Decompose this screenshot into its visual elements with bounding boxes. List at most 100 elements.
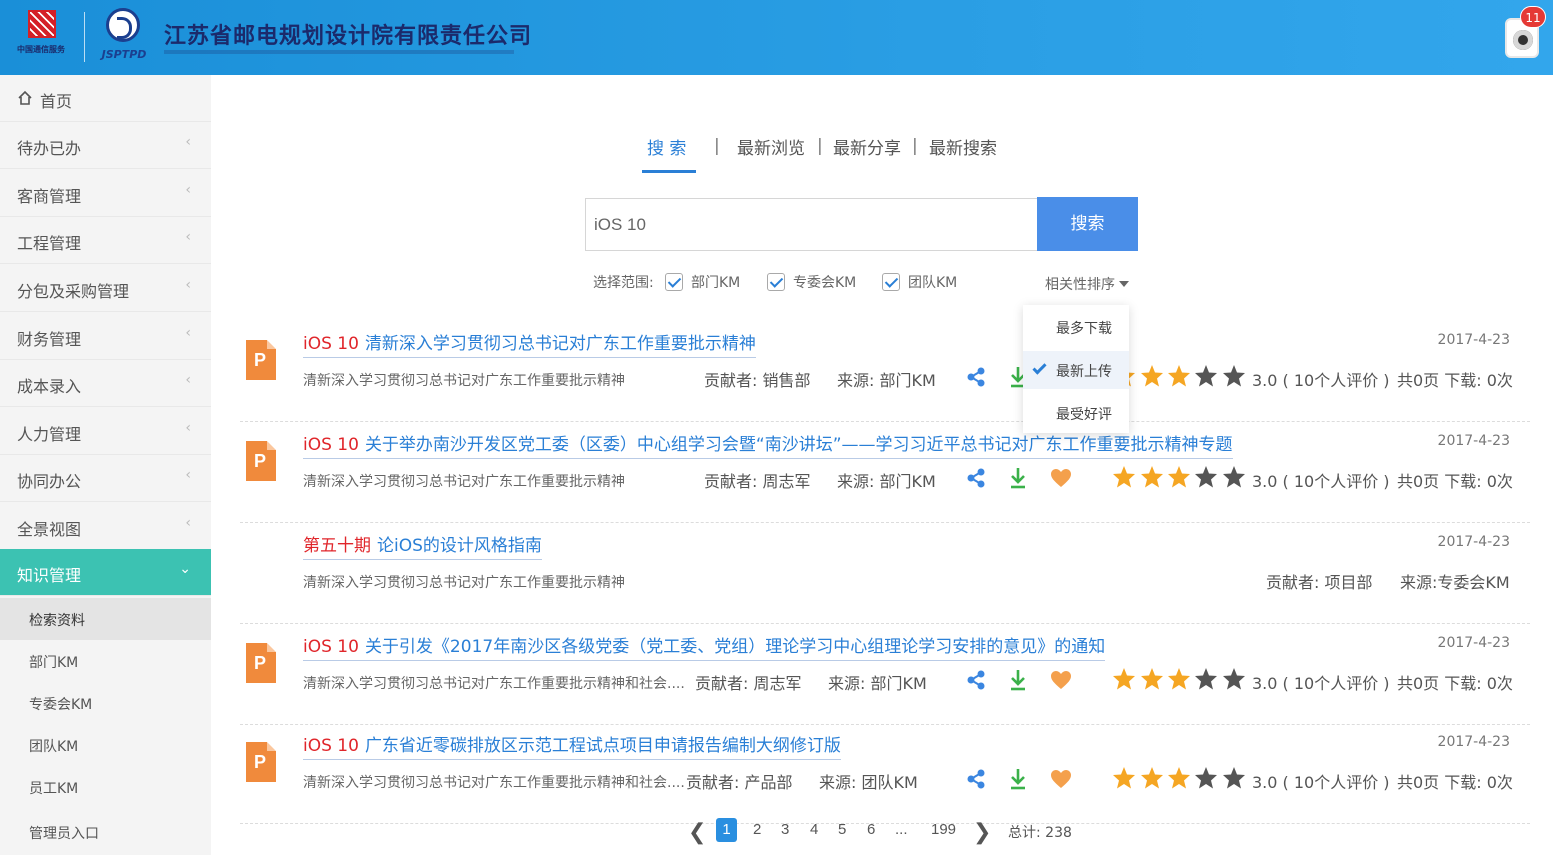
- result-title-link[interactable]: iOS 10 关于引发《2017年南沙区各级党委（党工委、党组）理论学习中心组理论…: [303, 632, 1106, 661]
- page-link[interactable]: 2: [753, 821, 761, 838]
- star-empty-icon[interactable]: [1222, 465, 1246, 489]
- rating-text: 3.0 ( 10个人评价 ): [1252, 371, 1390, 390]
- sidebar-item-panorama[interactable]: 全景视图 ‹: [0, 503, 211, 550]
- sidebar-item-todo[interactable]: 待办已办 ‹: [0, 122, 211, 169]
- star-filled-icon[interactable]: [1112, 766, 1136, 790]
- sidebar-item-label: 待办已办: [17, 139, 82, 158]
- sort-option-latest-upload[interactable]: 最新上传: [1023, 351, 1129, 389]
- notification-badge[interactable]: 11: [1520, 6, 1546, 28]
- star-filled-icon[interactable]: [1140, 766, 1164, 790]
- sidebar-subitem-team-km[interactable]: 团队KM: [0, 724, 211, 766]
- star-filled-icon[interactable]: [1167, 667, 1191, 691]
- sort-select[interactable]: 相关性排序: [1045, 274, 1115, 294]
- download-icon[interactable]: [1009, 668, 1027, 692]
- result-description: 清新深入学习贯彻习总书记对广东工作重要批示精神: [303, 575, 625, 591]
- heart-icon[interactable]: [1050, 468, 1072, 488]
- caret-down-icon[interactable]: [1119, 281, 1129, 287]
- jsptpd-logo-text: JSPTPD: [101, 48, 147, 61]
- share-icon[interactable]: [965, 467, 987, 489]
- sidebar-item-merchants[interactable]: 客商管理 ‹: [0, 170, 211, 217]
- sidebar-item-finance[interactable]: 财务管理 ‹: [0, 313, 211, 360]
- result-title-link[interactable]: iOS 10 广东省近零碳排放区示范工程试点项目申请报告编制大纲修订版: [303, 731, 841, 760]
- chevron-left-icon: ‹: [185, 134, 191, 150]
- result-item: P iOS 10 关于引发《2017年南沙区各级党委（党工委、党组）理论学习中心组…: [240, 625, 1530, 725]
- sidebar-item-label: 人力管理: [17, 425, 82, 444]
- sidebar-item-office[interactable]: 协同办公 ‹: [0, 455, 211, 502]
- star-filled-icon[interactable]: [1112, 465, 1136, 489]
- team-km-checkbox[interactable]: [882, 273, 900, 291]
- top-header: 中国通信服务 JSPTPD 江苏省邮电规划设计院有限责任公司 11: [0, 0, 1553, 75]
- page-link[interactable]: 6: [867, 821, 875, 838]
- sidebar-subitem-staff-km[interactable]: 员工KM: [0, 766, 211, 808]
- star-filled-icon[interactable]: [1140, 364, 1164, 388]
- download-icon[interactable]: [1009, 466, 1027, 490]
- star-filled-icon[interactable]: [1140, 667, 1164, 691]
- star-empty-icon[interactable]: [1194, 465, 1218, 489]
- chevron-right-icon[interactable]: ❯: [973, 820, 991, 845]
- result-title-link[interactable]: iOS 10 清新深入学习贯彻习总书记对广东工作重要批示精神: [303, 329, 756, 358]
- sidebar-subitem-label: 检索资料: [29, 613, 85, 629]
- page-link[interactable]: 3: [781, 821, 789, 838]
- committee-km-checkbox[interactable]: [767, 273, 785, 291]
- star-empty-icon[interactable]: [1194, 364, 1218, 388]
- sidebar-subitem-dept-km[interactable]: 部门KM: [0, 640, 211, 682]
- star-filled-icon[interactable]: [1167, 766, 1191, 790]
- tab-recent-shares[interactable]: 最新分享: [833, 134, 901, 159]
- heart-icon[interactable]: [1050, 769, 1072, 789]
- page-link[interactable]: 199: [931, 821, 956, 838]
- star-empty-icon[interactable]: [1222, 364, 1246, 388]
- logo-divider: [84, 12, 85, 62]
- sidebar-subitem-admin[interactable]: 管理员入口: [0, 811, 211, 853]
- page-link[interactable]: 5: [838, 821, 846, 838]
- chevron-left-icon: ‹: [185, 277, 191, 293]
- sidebar-subitem-search[interactable]: 检索资料: [0, 598, 211, 640]
- sidebar-item-projects[interactable]: 工程管理 ‹: [0, 217, 211, 264]
- tab-recent-searches[interactable]: 最新搜索: [929, 134, 997, 159]
- star-filled-icon[interactable]: [1167, 364, 1191, 388]
- chevron-left-icon[interactable]: ❮: [688, 820, 706, 845]
- chevron-left-icon: ‹: [185, 420, 191, 436]
- sidebar-item-procurement[interactable]: 分包及采购管理 ‹: [0, 265, 211, 312]
- sidebar-item-label: 客商管理: [17, 187, 82, 206]
- download-icon[interactable]: [1009, 767, 1027, 791]
- result-title-link[interactable]: 第五十期 论iOS的设计风格指南: [303, 531, 542, 560]
- chevron-left-icon: ‹: [185, 515, 191, 531]
- sidebar-item-hr[interactable]: 人力管理 ‹: [0, 408, 211, 455]
- result-keyword: 第五十期: [303, 536, 371, 556]
- rating-text: 3.0 ( 10个人评价 ): [1252, 674, 1390, 693]
- result-title: 清新深入学习贯彻习总书记对广东工作重要批示精神: [364, 334, 756, 354]
- tab-search[interactable]: 搜 索: [647, 134, 686, 159]
- sidebar-item-knowledge[interactable]: 知识管理 ⌄: [0, 549, 211, 596]
- share-icon[interactable]: [965, 669, 987, 691]
- avatar-face-icon: [1513, 30, 1533, 50]
- sidebar-item-cost[interactable]: 成本录入 ‹: [0, 360, 211, 407]
- share-icon[interactable]: [965, 366, 987, 388]
- result-date: 2017-4-23: [1437, 734, 1510, 750]
- file-type-letter: P: [254, 350, 267, 370]
- share-icon[interactable]: [965, 768, 987, 790]
- star-filled-icon[interactable]: [1140, 465, 1164, 489]
- rating-text: 3.0 ( 10个人评价 ): [1252, 773, 1390, 792]
- search-button[interactable]: 搜索: [1037, 197, 1138, 251]
- star-filled-icon[interactable]: [1167, 465, 1191, 489]
- sidebar-subitem-committee-km[interactable]: 专委会KM: [0, 682, 211, 724]
- page-link[interactable]: 4: [810, 821, 818, 838]
- sort-option-most-downloads[interactable]: 最多下载: [1023, 308, 1129, 346]
- tab-recent-views[interactable]: 最新浏览: [737, 134, 805, 159]
- result-date: 2017-4-23: [1437, 332, 1510, 348]
- sort-option-top-rated[interactable]: 最受好评: [1023, 394, 1129, 432]
- sidebar-item-home[interactable]: 首页: [0, 75, 211, 122]
- jsptpd-mark-icon: [106, 8, 140, 42]
- search-input[interactable]: [586, 199, 1038, 250]
- dept-km-checkbox[interactable]: [665, 273, 683, 291]
- star-filled-icon[interactable]: [1112, 667, 1136, 691]
- star-empty-icon[interactable]: [1194, 667, 1218, 691]
- star-empty-icon[interactable]: [1222, 766, 1246, 790]
- star-empty-icon[interactable]: [1194, 766, 1218, 790]
- result-item: P iOS 10 关于举办南沙开发区党工委（区委）中心组学习会暨“南沙讲坛”——学…: [240, 423, 1530, 523]
- heart-icon[interactable]: [1050, 670, 1072, 690]
- result-date: 2017-4-23: [1437, 635, 1510, 651]
- star-empty-icon[interactable]: [1222, 667, 1246, 691]
- page-current[interactable]: 1: [716, 818, 737, 842]
- result-title-link[interactable]: iOS 10 关于举办南沙开发区党工委（区委）中心组学习会暨“南沙讲坛”——学习习…: [303, 430, 1233, 459]
